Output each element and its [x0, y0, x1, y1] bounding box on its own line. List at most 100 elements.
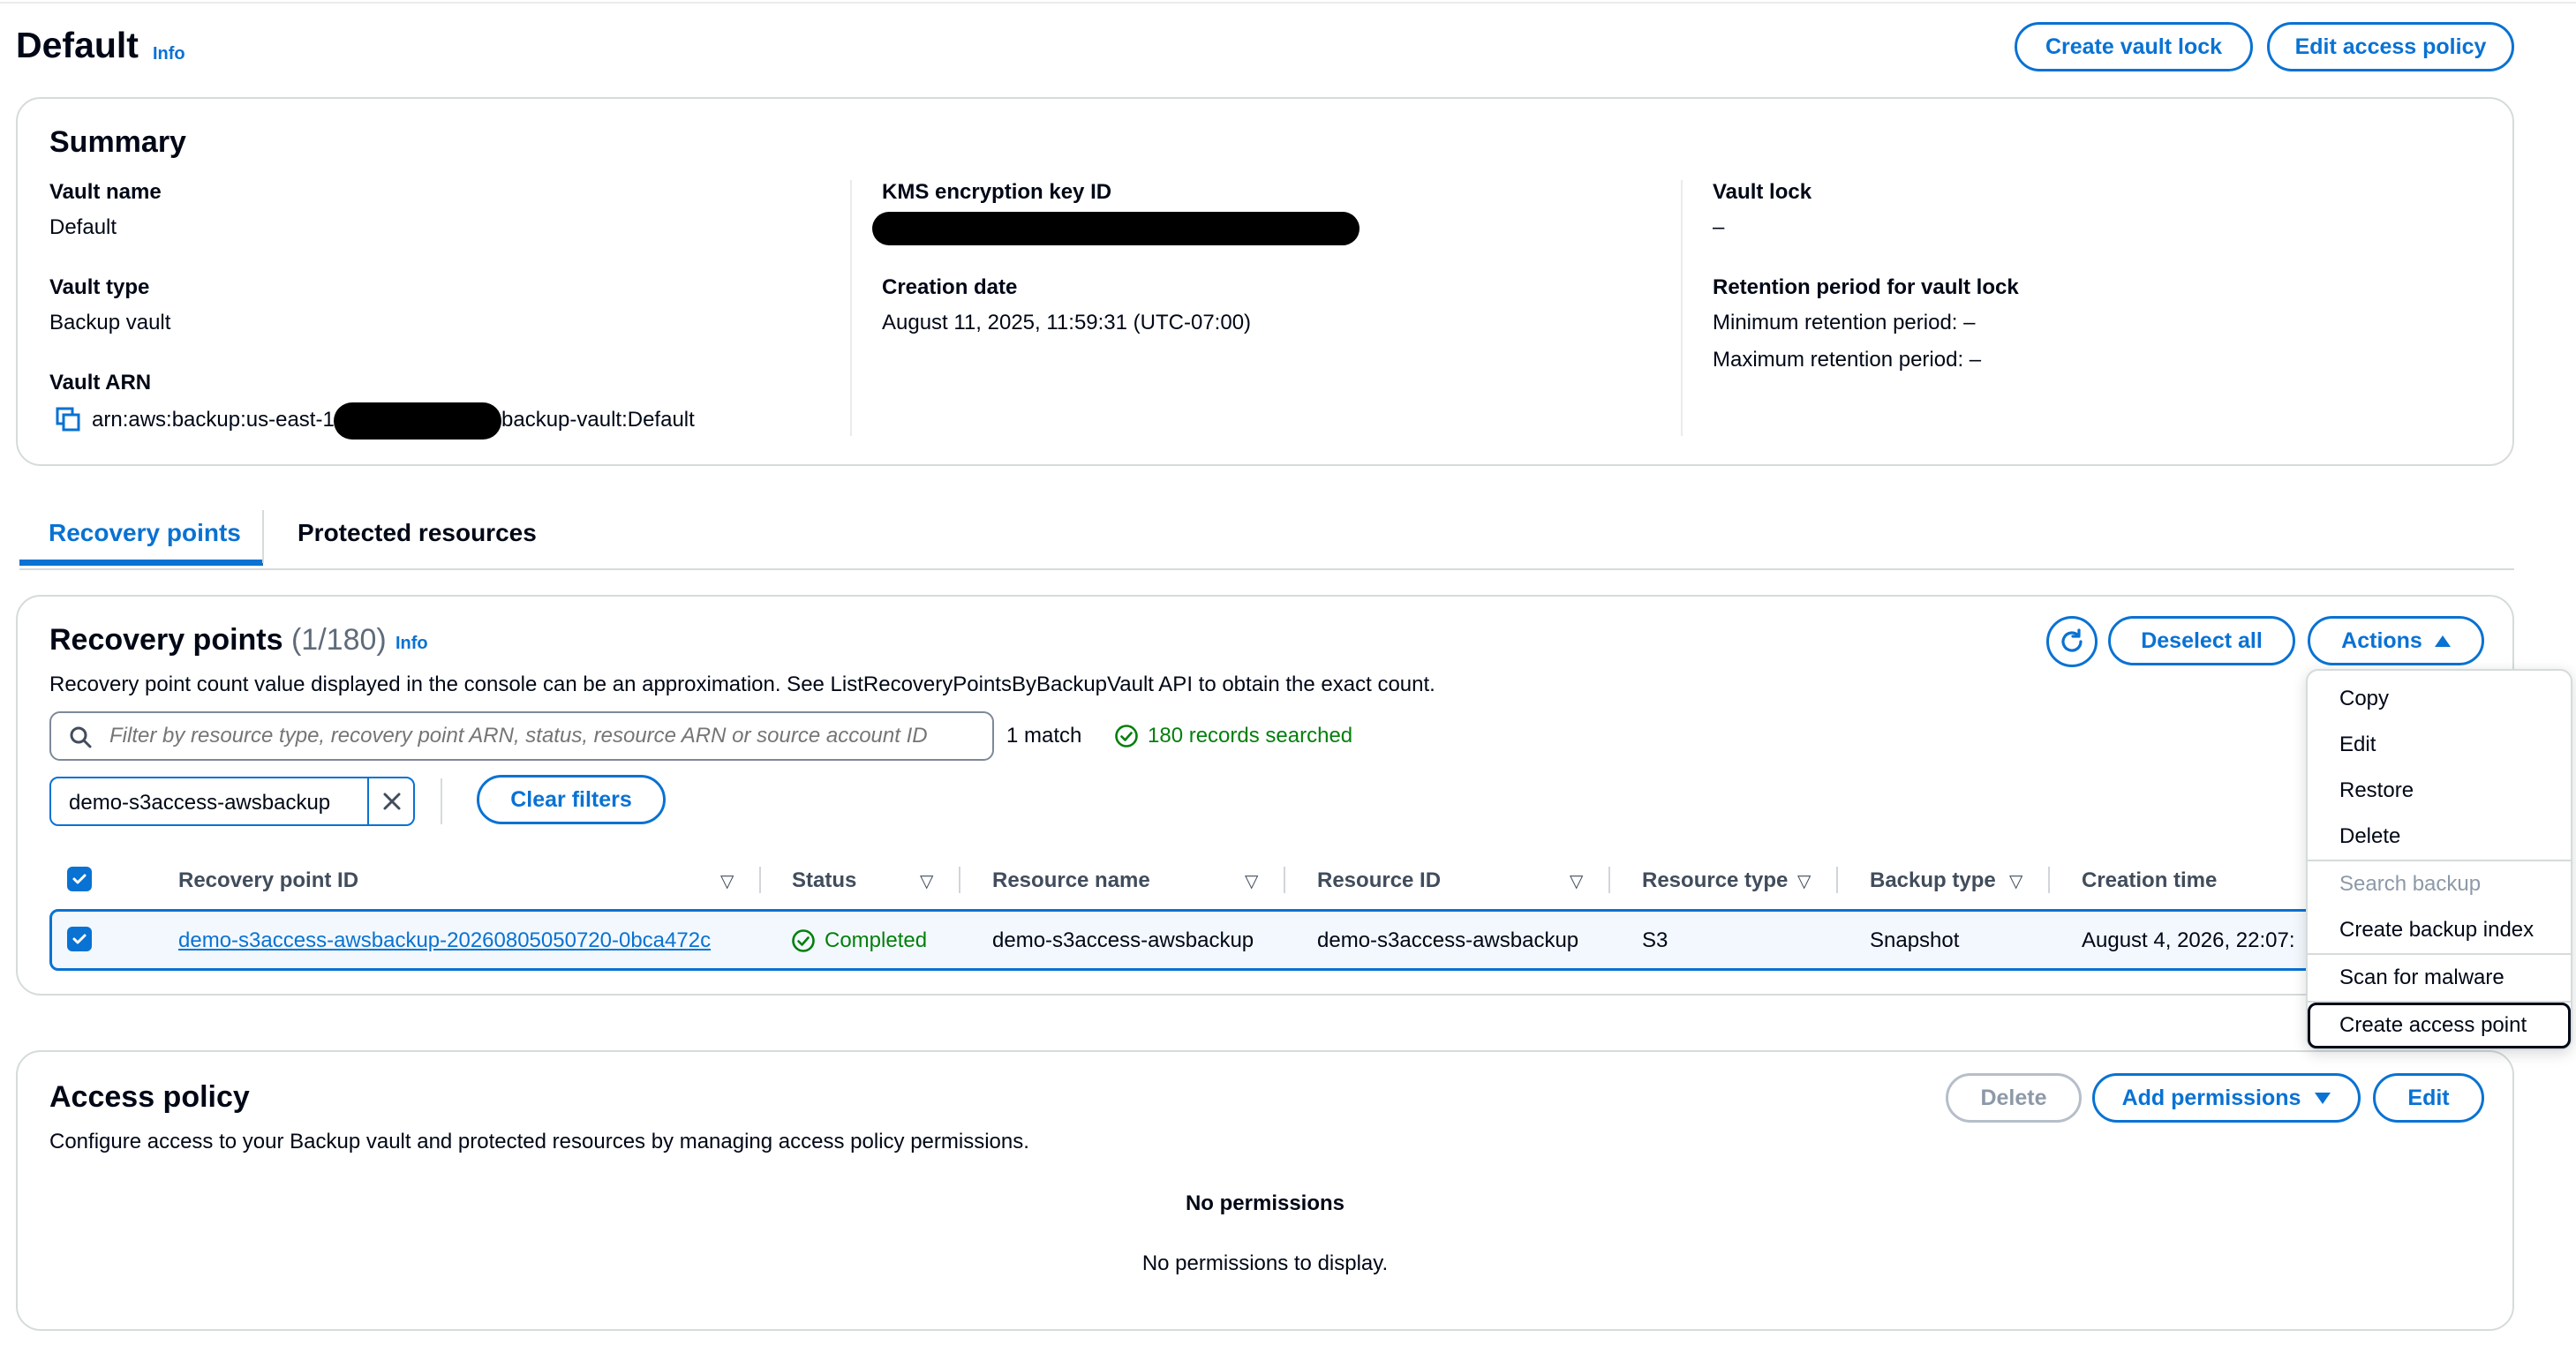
vault-arn-prefix: arn:aws:backup:us-east-1 — [92, 408, 335, 432]
redacted-account-id — [334, 402, 501, 440]
remove-filter-button[interactable] — [371, 778, 413, 824]
empty-state-text: No permissions to display. — [1141, 1251, 1389, 1275]
copy-icon[interactable] — [55, 406, 81, 432]
column-header-resource-name[interactable]: Resource name — [992, 868, 1150, 893]
creation-time-value: August 4, 2026, 22:07: — [2082, 928, 2295, 952]
refresh-icon — [2061, 628, 2083, 652]
access-policy-card: Access policy Configure access to your B… — [16, 1050, 2514, 1331]
redacted-kms-key — [872, 212, 1360, 245]
match-count: 1 match — [1006, 724, 1082, 748]
check-circle-icon — [1114, 724, 1139, 748]
column-header-backup-type[interactable]: Backup type — [1870, 868, 1996, 893]
deselect-all-button[interactable]: Deselect all — [2108, 616, 2295, 665]
search-icon — [70, 726, 92, 748]
filter-token-divider — [367, 778, 369, 824]
resource-id-value: demo-s3access-awsbackup — [1317, 928, 1579, 952]
column-divider — [850, 180, 852, 436]
filter-token: demo-s3access-awsbackup — [49, 777, 415, 826]
column-header-resource-id[interactable]: Resource ID — [1317, 868, 1441, 893]
resource-type-value: S3 — [1642, 928, 1668, 952]
column-resizer[interactable] — [1608, 867, 1610, 893]
clear-filters-button[interactable]: Clear filters — [477, 775, 666, 824]
summary-card: Summary Vault name Default Vault type Ba… — [16, 97, 2514, 466]
records-searched: 180 records searched — [1148, 724, 1353, 748]
recovery-points-description: Recovery point count value displayed in … — [49, 672, 1435, 696]
recovery-points-card: Recovery points (1/180) Info Recovery po… — [16, 595, 2514, 996]
vault-lock-label: Vault lock — [1713, 180, 1812, 204]
vault-arn-suffix: backup-vault:Default — [501, 408, 695, 432]
column-resizer[interactable] — [959, 867, 960, 893]
edit-policy-button[interactable]: Edit — [2373, 1073, 2484, 1123]
column-resizer[interactable] — [1284, 867, 1285, 893]
menu-item-scan-for-malware[interactable]: Scan for malware — [2308, 955, 2571, 1001]
tab-divider — [262, 510, 264, 563]
access-policy-description: Configure access to your Backup vault an… — [49, 1130, 1029, 1153]
recovery-points-title-text: Recovery points — [49, 623, 283, 657]
menu-item-restore[interactable]: Restore — [2308, 768, 2571, 814]
menu-item-copy[interactable]: Copy — [2308, 676, 2571, 722]
resource-name-value: demo-s3access-awsbackup — [992, 928, 1254, 952]
column-divider — [1681, 180, 1683, 436]
page-info-link[interactable]: Info — [153, 44, 185, 64]
filter-divider — [441, 778, 442, 824]
sort-icon[interactable]: ▽ — [1570, 870, 1583, 892]
page-title: Default — [16, 25, 139, 65]
sort-icon[interactable]: ▽ — [1245, 870, 1258, 892]
column-resizer[interactable] — [1836, 867, 1838, 893]
vault-name-label: Vault name — [49, 180, 162, 204]
sort-icon[interactable]: ▽ — [2009, 870, 2022, 892]
refresh-button[interactable] — [2046, 616, 2098, 667]
menu-item-create-backup-index[interactable]: Create backup index — [2308, 907, 2571, 953]
active-tab-indicator — [19, 560, 263, 566]
select-all-checkbox[interactable] — [67, 867, 92, 891]
retention-label: Retention period for vault lock — [1713, 275, 2019, 299]
create-vault-lock-button[interactable]: Create vault lock — [2015, 22, 2253, 71]
status-value: Completed — [825, 928, 928, 952]
caret-down-icon — [2315, 1092, 2331, 1104]
sort-icon[interactable]: ▽ — [720, 870, 734, 892]
column-resizer[interactable] — [759, 867, 761, 893]
recovery-point-id-link[interactable]: demo-s3access-awsbackup-20260805050720-0… — [178, 928, 711, 953]
tabs-bottom-border — [19, 568, 2514, 570]
recovery-points-search[interactable] — [49, 711, 994, 761]
caret-up-icon — [2434, 635, 2451, 647]
creation-date-label: Creation date — [882, 275, 1018, 299]
filter-token-label: demo-s3access-awsbackup — [69, 791, 331, 815]
menu-item-edit[interactable]: Edit — [2308, 722, 2571, 768]
column-header-creation-time[interactable]: Creation time — [2082, 868, 2217, 893]
sort-icon[interactable]: ▽ — [920, 870, 933, 892]
row-checkbox[interactable] — [67, 927, 92, 951]
tab-protected-resources[interactable]: Protected resources — [298, 519, 537, 547]
menu-item-create-access-point[interactable]: Create access point — [2308, 1003, 2571, 1048]
search-input[interactable] — [108, 713, 955, 759]
checkmark-icon — [72, 934, 87, 944]
actions-button[interactable]: Actions — [2308, 616, 2484, 665]
vault-name-value: Default — [49, 215, 117, 239]
status-success-icon — [791, 928, 816, 953]
tab-recovery-points[interactable]: Recovery points — [49, 519, 241, 547]
column-resizer[interactable] — [2048, 867, 2050, 893]
menu-item-delete[interactable]: Delete — [2308, 814, 2571, 860]
creation-date-value: August 11, 2025, 11:59:31 (UTC-07:00) — [882, 311, 1252, 334]
add-permissions-button[interactable]: Add permissions — [2092, 1073, 2361, 1123]
column-header-resource-type[interactable]: Resource type — [1642, 868, 1788, 893]
recovery-points-count: (1/180) — [290, 623, 387, 657]
add-permissions-label: Add permissions — [2121, 1085, 2301, 1110]
vault-lock-value: – — [1713, 215, 1725, 239]
top-divider — [0, 0, 2576, 4]
max-retention-value: Maximum retention period: – — [1713, 348, 1982, 372]
sort-icon[interactable]: ▽ — [1797, 870, 1811, 892]
recovery-points-info-link[interactable]: Info — [395, 634, 428, 654]
kms-key-label: KMS encryption key ID — [882, 180, 1112, 204]
empty-state-title: No permissions — [1185, 1191, 1345, 1215]
backup-type-value: Snapshot — [1870, 928, 1960, 952]
delete-permission-button[interactable]: Delete — [1946, 1073, 2082, 1123]
summary-title: Summary — [49, 125, 186, 159]
access-policy-title: Access policy — [49, 1080, 250, 1114]
column-header-status[interactable]: Status — [792, 868, 856, 893]
actions-button-label: Actions — [2341, 627, 2422, 653]
vault-type-value: Backup vault — [49, 311, 171, 334]
column-header-recovery-point-id[interactable]: Recovery point ID — [178, 868, 358, 893]
vault-arn-label: Vault ARN — [49, 371, 152, 394]
edit-access-policy-button[interactable]: Edit access policy — [2267, 22, 2514, 71]
